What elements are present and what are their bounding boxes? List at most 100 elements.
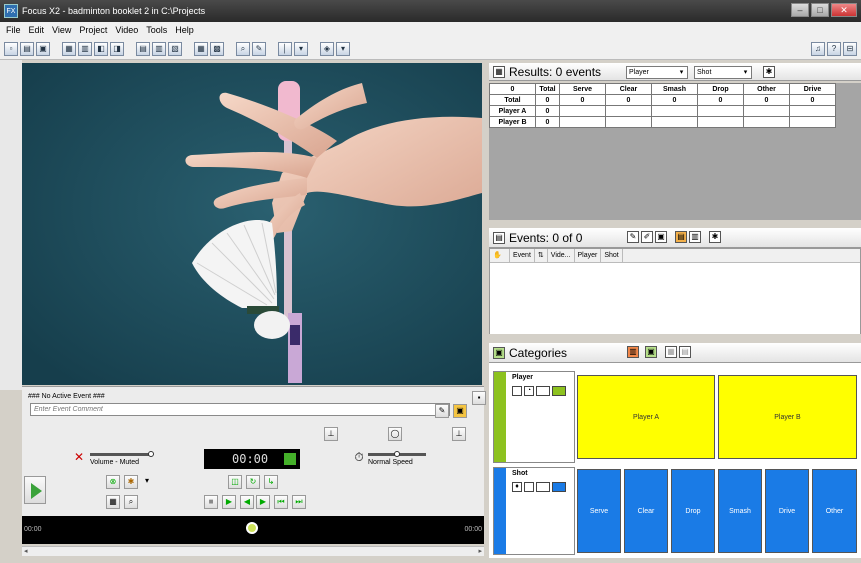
menu-project[interactable]: Project bbox=[75, 25, 111, 35]
category-edit-icon[interactable]: ▦ bbox=[665, 346, 677, 358]
close-button[interactable]: ✕ bbox=[831, 3, 857, 17]
category-serve[interactable]: Serve bbox=[577, 469, 621, 553]
minimize-button[interactable]: – bbox=[791, 3, 809, 17]
results-cell[interactable]: 0 bbox=[651, 94, 698, 106]
layout-one-icon[interactable]: ▤ bbox=[136, 41, 150, 56]
menu-tools[interactable]: Tools bbox=[142, 25, 171, 35]
event-comment-input[interactable]: Enter Event Comment bbox=[30, 403, 450, 416]
results-col-header[interactable]: Serve bbox=[559, 83, 606, 95]
play-small-button[interactable]: ▶ bbox=[222, 495, 236, 509]
maximize-button[interactable]: □ bbox=[811, 3, 829, 17]
results-col-dropdown[interactable]: Shot ▾ bbox=[694, 66, 752, 79]
scroll-left-icon[interactable]: ◂ bbox=[24, 547, 28, 555]
effects-icon[interactable]: ✱ bbox=[124, 475, 138, 489]
results-cell[interactable] bbox=[743, 116, 790, 128]
menu-file[interactable]: File bbox=[2, 25, 25, 35]
microphone-icon[interactable]: ♫ bbox=[811, 42, 825, 56]
horizontal-scrollbar[interactable]: ◂ ▸ bbox=[22, 546, 484, 556]
events-col-player[interactable]: Player bbox=[575, 248, 602, 263]
group-marker-icon[interactable]: ♦ bbox=[512, 482, 522, 492]
results-cell[interactable] bbox=[743, 105, 790, 117]
frame-zoom-icon[interactable]: ⌕ bbox=[124, 495, 138, 509]
video-viewer[interactable] bbox=[22, 63, 482, 385]
group-color-icon[interactable] bbox=[552, 386, 566, 396]
playhead-marker[interactable] bbox=[246, 522, 258, 534]
stop-button[interactable]: ■ bbox=[204, 495, 218, 509]
panel-splitter[interactable] bbox=[489, 334, 861, 342]
volume-muted-icon[interactable]: ✕ bbox=[72, 451, 86, 465]
category-layout-icon[interactable]: ▣ bbox=[645, 346, 657, 358]
results-col-header[interactable]: Clear bbox=[605, 83, 652, 95]
results-row-label[interactable]: Player B bbox=[489, 116, 536, 128]
timeline-bar[interactable]: 00:00 00:00 bbox=[22, 516, 484, 544]
category-player-b[interactable]: Player B bbox=[718, 375, 857, 459]
category-smash[interactable]: Smash bbox=[718, 469, 762, 553]
results-cell[interactable]: 0 bbox=[535, 105, 560, 117]
share-dropdown-icon[interactable]: ▾ bbox=[336, 41, 350, 56]
category-drive[interactable]: Drive bbox=[765, 469, 809, 553]
step-back-button[interactable]: ◀ bbox=[240, 495, 254, 509]
menu-view[interactable]: View bbox=[48, 25, 75, 35]
scroll-right-icon[interactable]: ▸ bbox=[478, 547, 482, 555]
events-col-event[interactable]: Event bbox=[510, 248, 535, 263]
play-button[interactable] bbox=[24, 476, 46, 504]
pen-icon[interactable]: ✎ bbox=[252, 41, 266, 56]
comment-edit-icon[interactable]: ✎ bbox=[435, 404, 449, 418]
lock-event-icon[interactable]: ▣ bbox=[453, 404, 467, 418]
volume-slider[interactable] bbox=[90, 453, 152, 456]
results-row-dropdown[interactable]: Player ▾ bbox=[626, 66, 688, 79]
layout-three-icon[interactable]: ▧ bbox=[168, 41, 182, 56]
chart-icon[interactable]: ▩ bbox=[210, 41, 224, 56]
category-other[interactable]: Other bbox=[812, 469, 857, 553]
results-cell[interactable]: 0 bbox=[789, 94, 836, 106]
effects-dropdown-icon[interactable]: ▾ bbox=[140, 475, 154, 489]
import-video-icon[interactable]: ▦ bbox=[62, 41, 76, 56]
category-lock-icon[interactable]: ▤ bbox=[679, 346, 691, 358]
events-col-video[interactable]: Vide... bbox=[548, 248, 575, 263]
group-timer-icon[interactable]: ◔ bbox=[524, 386, 534, 396]
open-project-icon[interactable]: ▤ bbox=[20, 41, 34, 56]
menu-video[interactable]: Video bbox=[111, 25, 142, 35]
group-button-icon[interactable] bbox=[536, 386, 550, 396]
zoom-icon[interactable]: ⌕ bbox=[236, 41, 250, 56]
results-col-header[interactable]: Total bbox=[535, 83, 560, 95]
new-project-icon[interactable]: ▫ bbox=[4, 41, 18, 56]
layout-two-icon[interactable]: ▥ bbox=[152, 41, 166, 56]
group-button-icon[interactable] bbox=[536, 482, 550, 492]
help-icon[interactable]: ? bbox=[827, 42, 841, 56]
event-type-icon[interactable]: ✋ bbox=[490, 248, 510, 263]
filter-events-icon[interactable]: ✎ bbox=[627, 231, 639, 243]
results-cell[interactable] bbox=[559, 116, 606, 128]
jump-icon[interactable]: ↳ bbox=[264, 475, 278, 489]
results-cell[interactable] bbox=[605, 116, 652, 128]
results-cell[interactable] bbox=[789, 105, 836, 117]
report-icon[interactable]: ▦ bbox=[194, 41, 208, 56]
share-icon[interactable]: ◈ bbox=[320, 41, 334, 56]
results-cell[interactable] bbox=[651, 105, 698, 117]
events-col-shot[interactable]: Shot bbox=[601, 248, 623, 263]
panel-splitter[interactable] bbox=[489, 220, 861, 228]
results-cell[interactable]: 0 bbox=[697, 94, 744, 106]
event-properties-icon[interactable]: ▣ bbox=[655, 231, 667, 243]
menu-edit[interactable]: Edit bbox=[25, 25, 49, 35]
video-library-icon[interactable]: ▥ bbox=[78, 41, 92, 56]
events-list[interactable]: ✋ Event ⇅ Vide... Player Shot bbox=[489, 248, 861, 340]
collapse-panel-icon[interactable]: ▪ bbox=[472, 391, 486, 405]
skip-end-button[interactable]: ⏭ bbox=[292, 495, 306, 509]
category-clear[interactable]: Clear bbox=[624, 469, 668, 553]
event-color-icon[interactable]: ▤ bbox=[675, 231, 687, 243]
results-cell[interactable] bbox=[651, 116, 698, 128]
results-col-header[interactable]: Drive bbox=[789, 83, 836, 95]
sort-icon[interactable]: ⇅ bbox=[535, 248, 548, 263]
drawing-tool-icon[interactable]: │ bbox=[278, 41, 292, 56]
category-player-a[interactable]: Player A bbox=[577, 375, 715, 459]
loop-icon[interactable]: ◫ bbox=[228, 475, 242, 489]
category-code-icon[interactable]: ▥ bbox=[627, 346, 639, 358]
capture-icon[interactable]: ◧ bbox=[94, 41, 108, 56]
speed-slider-knob[interactable] bbox=[394, 451, 400, 457]
results-cell[interactable] bbox=[605, 105, 652, 117]
results-row-label[interactable]: Total bbox=[489, 94, 536, 106]
results-col-header[interactable]: Smash bbox=[651, 83, 698, 95]
results-col-header[interactable]: Other bbox=[743, 83, 790, 95]
menu-help[interactable]: Help bbox=[171, 25, 198, 35]
